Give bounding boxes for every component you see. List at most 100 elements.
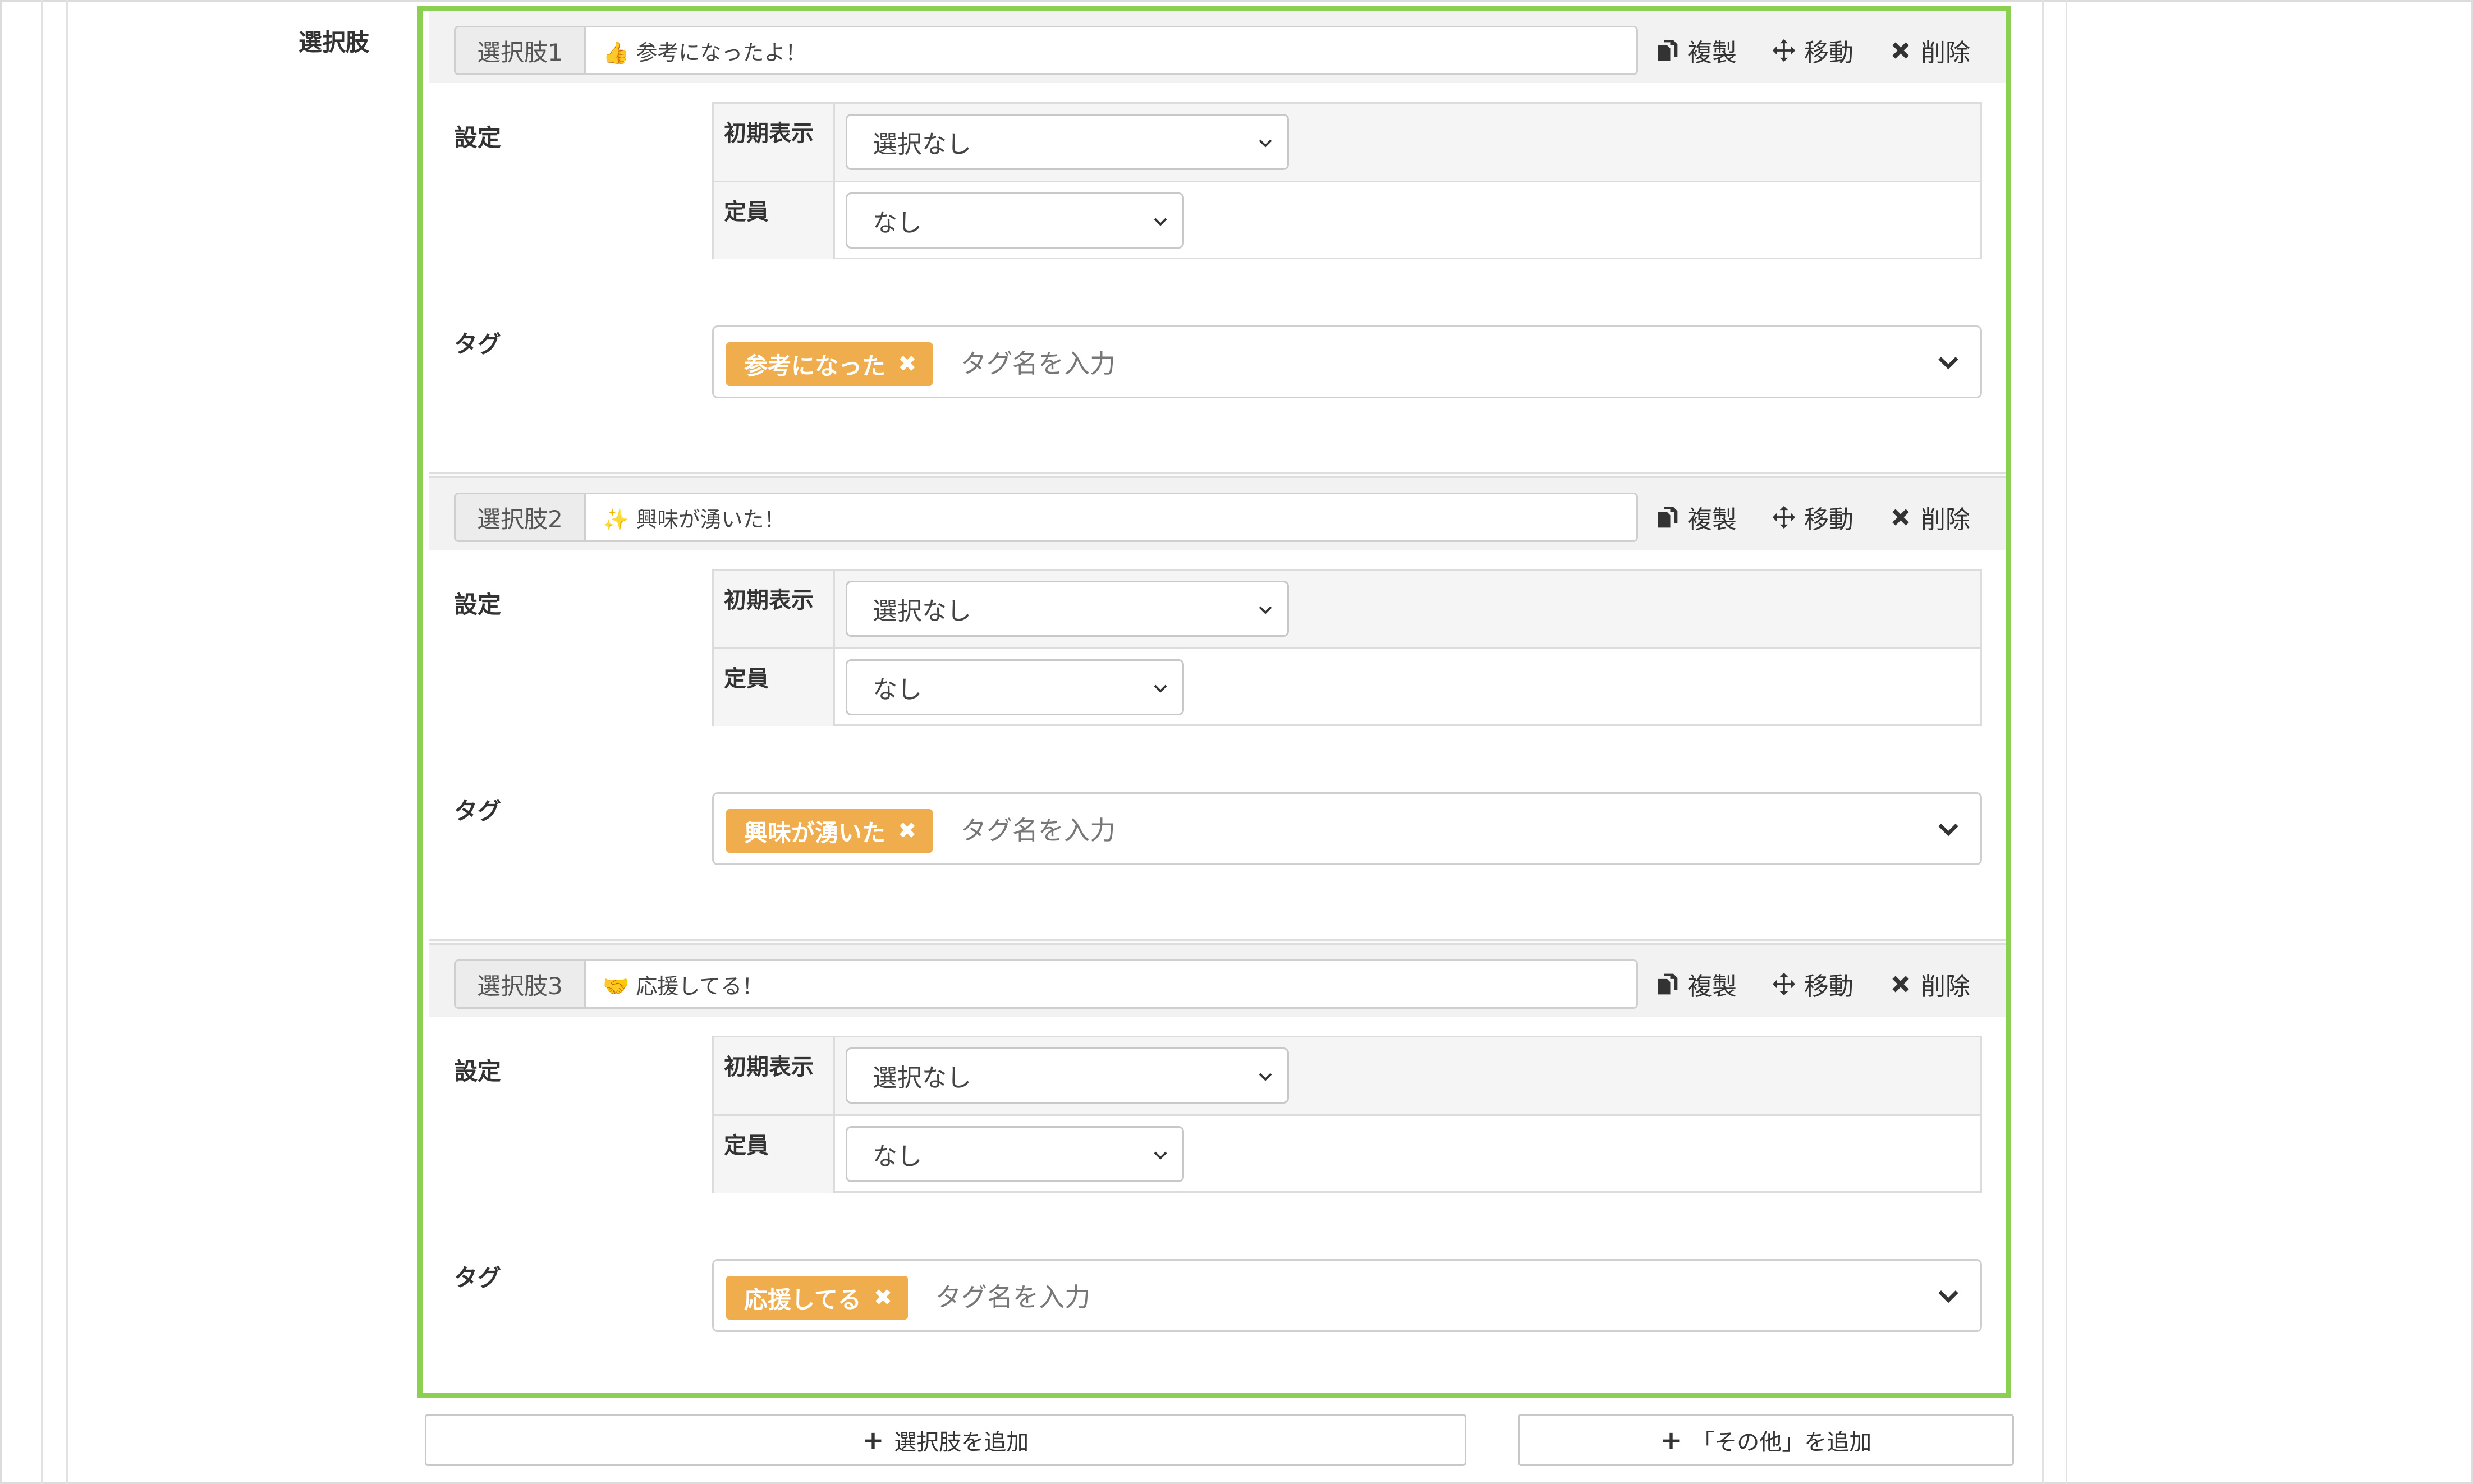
delete-button[interactable]: 削除 (1888, 966, 1970, 1002)
capacity-row: 定員 なし (714, 182, 1980, 259)
plus-icon: + (1660, 1425, 1682, 1455)
initial-display-select[interactable]: 選択なし (846, 114, 1289, 170)
tag-search-input[interactable]: タグ名を入力 (961, 327, 1116, 397)
capacity-label: 定員 (714, 182, 835, 259)
initial-display-row: 初期表示 選択なし (714, 571, 1980, 649)
chevron-down-icon[interactable] (1935, 1283, 1961, 1309)
choice-block-3: 選択肢3 🤝 応援してる！ 複製 移動 削除 設定 初期表示 選択なし 定員 な… (429, 945, 2006, 1411)
chevron-down-icon[interactable] (1935, 816, 1961, 842)
duplicate-label: 複製 (1687, 39, 1737, 67)
add-other-label: 「その他」を追加 (1692, 1429, 1872, 1455)
tag-chip: 参考になった ✖ (726, 342, 933, 386)
choice-text-input[interactable]: 👍 参考になったよ！ (584, 26, 1638, 75)
chevron-down-icon (1259, 139, 1272, 148)
initial-display-select[interactable]: 選択なし (846, 1047, 1289, 1104)
tags-label: タグ (454, 330, 502, 358)
divider-line (2042, 0, 2044, 1484)
divider-line (2066, 0, 2067, 1484)
chevron-down-icon (1154, 1151, 1167, 1160)
initial-display-value: 選択なし (873, 130, 971, 159)
move-button[interactable]: 移動 (1772, 499, 1853, 535)
choice-block-2: 選択肢2 ✨ 興味が湧いた！ 複製 移動 削除 設定 初期表示 選択なし 定員 … (429, 478, 2006, 945)
tag-chip-label: 応援してる (744, 1285, 861, 1313)
tag-chip-label: 興味が湧いた (744, 819, 886, 847)
close-icon (1892, 976, 1909, 993)
capacity-label: 定員 (714, 649, 835, 726)
chevron-down-icon[interactable] (1935, 350, 1961, 375)
chevron-down-icon (1259, 1073, 1272, 1081)
initial-display-label: 初期表示 (714, 104, 835, 181)
settings-label: 設定 (454, 124, 502, 151)
tag-input-box[interactable]: 参考になった ✖ タグ名を入力 (712, 325, 1982, 398)
choices-panel: 選択肢1 👍 参考になったよ！ 複製 移動 削除 設定 初期表示 選択なし 定員… (417, 6, 2011, 1398)
chevron-down-icon (1154, 684, 1167, 693)
delete-button[interactable]: 削除 (1888, 499, 1970, 535)
close-icon (1892, 509, 1909, 526)
chevron-down-icon (1154, 218, 1167, 226)
choice-actions: 複製 移動 削除 (1655, 500, 2005, 534)
choice-header: 選択肢2 ✨ 興味が湧いた！ 複製 移動 削除 (429, 478, 2006, 550)
initial-display-row: 初期表示 選択なし (714, 1037, 1980, 1116)
initial-display-select[interactable]: 選択なし (846, 581, 1289, 637)
settings-table: 初期表示 選択なし 定員 なし (712, 1036, 1982, 1193)
add-other-button[interactable]: + 「その他」を追加 (1518, 1414, 2014, 1466)
settings-label: 設定 (454, 1058, 502, 1085)
copy-icon (1658, 40, 1678, 61)
choice-number-label: 選択肢3 (454, 959, 586, 1009)
choice-text-input[interactable]: 🤝 応援してる！ (584, 959, 1638, 1009)
choice-block-1: 選択肢1 👍 参考になったよ！ 複製 移動 削除 設定 初期表示 選択なし 定員… (429, 11, 2006, 478)
add-choice-button[interactable]: + 選択肢を追加 (425, 1414, 1466, 1466)
tag-search-input[interactable]: タグ名を入力 (961, 794, 1116, 863)
chevron-down-icon (1259, 606, 1272, 614)
initial-display-label: 初期表示 (714, 1037, 835, 1114)
initial-display-value: 選択なし (873, 1064, 971, 1092)
capacity-row: 定員 なし (714, 1116, 1980, 1193)
move-label: 移動 (1804, 39, 1853, 67)
choice-actions: 複製 移動 削除 (1655, 34, 2005, 67)
duplicate-label: 複製 (1687, 972, 1737, 1001)
plus-icon: + (862, 1425, 884, 1455)
capacity-value: なし (873, 209, 922, 237)
choice-header: 選択肢3 🤝 応援してる！ 複製 移動 削除 (429, 945, 2006, 1017)
initial-display-row: 初期表示 選択なし (714, 104, 1980, 182)
duplicate-button[interactable]: 複製 (1655, 33, 1737, 68)
initial-display-value: 選択なし (873, 597, 971, 626)
move-label: 移動 (1804, 506, 1853, 534)
delete-label: 削除 (1921, 972, 1970, 1001)
choices-field-label: 選択肢 (299, 29, 370, 56)
move-button[interactable]: 移動 (1772, 966, 1853, 1002)
choice-separator (429, 939, 2006, 945)
delete-label: 削除 (1921, 506, 1970, 534)
tag-remove-icon[interactable]: ✖ (898, 351, 917, 377)
tag-remove-icon[interactable]: ✖ (898, 818, 917, 844)
divider-line (41, 0, 43, 1484)
tag-input-box[interactable]: 応援してる ✖ タグ名を入力 (712, 1259, 1982, 1332)
settings-label: 設定 (454, 591, 502, 618)
move-icon (1772, 39, 1796, 62)
move-button[interactable]: 移動 (1772, 33, 1853, 68)
capacity-value: なし (873, 676, 922, 704)
tag-chip: 応援してる ✖ (726, 1276, 909, 1320)
tag-input-box[interactable]: 興味が湧いた ✖ タグ名を入力 (712, 792, 1982, 865)
settings-table: 初期表示 選択なし 定員 なし (712, 569, 1982, 726)
tag-remove-icon[interactable]: ✖ (874, 1285, 893, 1311)
capacity-select[interactable]: なし (846, 192, 1184, 249)
choice-number-label: 選択肢2 (454, 493, 586, 542)
capacity-label: 定員 (714, 1116, 835, 1193)
add-choice-label: 選択肢を追加 (894, 1429, 1029, 1455)
choice-text-input[interactable]: ✨ 興味が湧いた！ (584, 493, 1638, 542)
copy-icon (1658, 973, 1678, 995)
choice-header: 選択肢1 👍 参考になったよ！ 複製 移動 削除 (429, 11, 2006, 83)
copy-icon (1658, 507, 1678, 528)
delete-button[interactable]: 削除 (1888, 33, 1970, 68)
tags-label: タグ (454, 1264, 502, 1292)
tag-search-input[interactable]: タグ名を入力 (935, 1261, 1090, 1330)
capacity-select[interactable]: なし (846, 1126, 1184, 1182)
capacity-select[interactable]: なし (846, 659, 1184, 715)
duplicate-button[interactable]: 複製 (1655, 499, 1737, 535)
duplicate-button[interactable]: 複製 (1655, 966, 1737, 1002)
tag-chip-label: 参考になった (744, 352, 886, 380)
choice-actions: 複製 移動 削除 (1655, 967, 2005, 1001)
move-label: 移動 (1804, 972, 1853, 1001)
capacity-value: なし (873, 1142, 922, 1171)
